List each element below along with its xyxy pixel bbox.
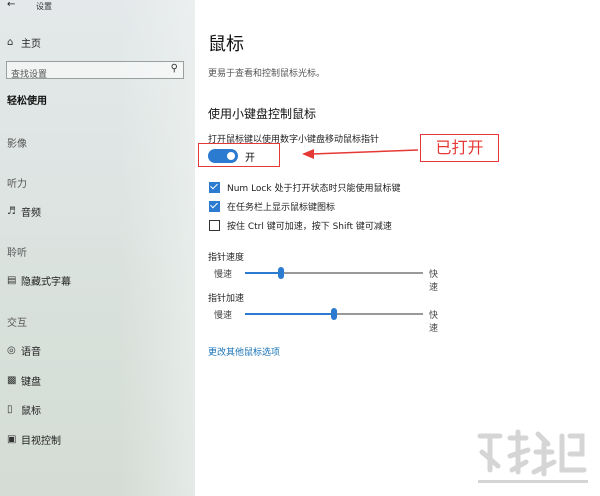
sidebar-item-eye-control[interactable]: ▣ 目视控制	[7, 432, 61, 447]
pointer-acceleration-title: 指针加速	[208, 294, 245, 304]
sidebar-item-keyboard[interactable]: ▩ 键盘	[7, 373, 41, 388]
sidebar-item-label: 目视控制	[21, 436, 61, 447]
sidebar-item-speech[interactable]: ◎ 语音	[7, 343, 41, 358]
checkbox-label: 在任务栏上显示鼠标键图标	[227, 203, 336, 213]
sidebar-item-label: 鼠标	[21, 406, 41, 417]
speaker-icon: ♬	[7, 206, 16, 217]
section-title: 使用小键盘控制鼠标	[208, 107, 317, 121]
category-title: 轻松使用	[7, 96, 47, 107]
watermark-logo-icon	[477, 429, 588, 483]
page-description: 更易于查看和控制鼠标光标。	[208, 69, 326, 79]
checkbox-unchecked-icon[interactable]	[209, 220, 220, 231]
title-bar: ← 设置	[0, 0, 195, 14]
home-icon: ⌂	[7, 37, 14, 48]
slider-track[interactable]	[245, 267, 423, 279]
slider-low-label: 慢速	[214, 311, 233, 321]
checkbox-taskbar-icon[interactable]: 在任务栏上显示鼠标键图标	[209, 200, 335, 213]
slider-fill	[245, 313, 334, 315]
section-heading-interaction: 交互	[7, 318, 27, 329]
checkbox-numlock[interactable]: Num Lock 处于打开状态时只能使用鼠标键	[209, 181, 400, 194]
checkbox-label: Num Lock 处于打开状态时只能使用鼠标键	[227, 184, 401, 194]
pointer-speed-title: 指针速度	[208, 253, 245, 263]
slider-thumb[interactable]	[331, 308, 337, 320]
search-icon[interactable]: ⚲	[171, 63, 178, 74]
checkbox-label: 按住 Ctrl 键可加速，按下 Shift 键可减速	[227, 222, 392, 232]
slider-high-label: 快速	[429, 270, 439, 293]
eye-control-icon: ▣	[7, 434, 17, 445]
sidebar-item-label: 键盘	[21, 377, 41, 388]
slider-high-label: 快速	[429, 311, 439, 334]
slider-fill	[245, 272, 281, 274]
more-mouse-options-link[interactable]: 更改其他鼠标选项	[208, 345, 280, 358]
section-heading-listening: 聆听	[7, 248, 27, 259]
search-box[interactable]: ⚲	[6, 61, 184, 83]
mouse-icon: ▯	[7, 404, 13, 415]
pointer-acceleration-slider[interactable]: 慢速 快速	[208, 308, 438, 334]
slider-low-label: 慢速	[214, 270, 233, 280]
microphone-icon: ◎	[7, 345, 16, 356]
section-heading-vision: 影像	[7, 139, 27, 150]
pointer-speed-slider[interactable]: 慢速 快速	[208, 267, 438, 293]
main-content: 鼠标 更易于查看和控制鼠标光标。 使用小键盘控制鼠标 打开鼠标键以使用数字小键盘…	[195, 0, 600, 496]
sidebar-item-mouse[interactable]: ▯ 鼠标	[7, 402, 41, 417]
slider-thumb[interactable]	[277, 267, 284, 279]
sidebar-item-label: 语音	[21, 347, 41, 358]
captions-icon: ▤	[7, 275, 17, 286]
annotation-callout: 已打开	[420, 134, 499, 162]
sidebar-item-label: 隐藏式字幕	[21, 277, 71, 288]
slider-track[interactable]	[245, 308, 423, 320]
annotation-arrow-icon	[302, 149, 419, 159]
window-title: 设置	[36, 2, 52, 11]
search-input[interactable]	[7, 67, 161, 83]
section-heading-hearing: 听力	[7, 179, 27, 190]
sidebar-item-label: 主页	[21, 39, 41, 50]
checkbox-checked-icon[interactable]	[209, 201, 220, 212]
checkbox-checked-icon[interactable]	[209, 182, 220, 193]
page-title: 鼠标	[208, 34, 244, 55]
checkbox-ctrl-shift[interactable]: 按住 Ctrl 键可加速，按下 Shift 键可减速	[209, 219, 392, 232]
sidebar-item-audio[interactable]: ♬ 音频	[7, 204, 41, 219]
annotation-highlight-box	[198, 143, 280, 167]
sidebar-item-home[interactable]: ⌂ 主页	[7, 35, 41, 50]
keyboard-icon: ▩	[7, 375, 17, 386]
sidebar-item-captions[interactable]: ▤ 隐藏式字幕	[7, 273, 71, 288]
sidebar-item-label: 音频	[21, 208, 41, 219]
sidebar: ← 设置 ⌂ 主页 ⚲ 轻松使用 影像 听力 ♬ 音频 聆听 ▤ 隐藏式字幕 交…	[0, 0, 195, 496]
back-arrow-icon[interactable]: ←	[7, 0, 15, 10]
